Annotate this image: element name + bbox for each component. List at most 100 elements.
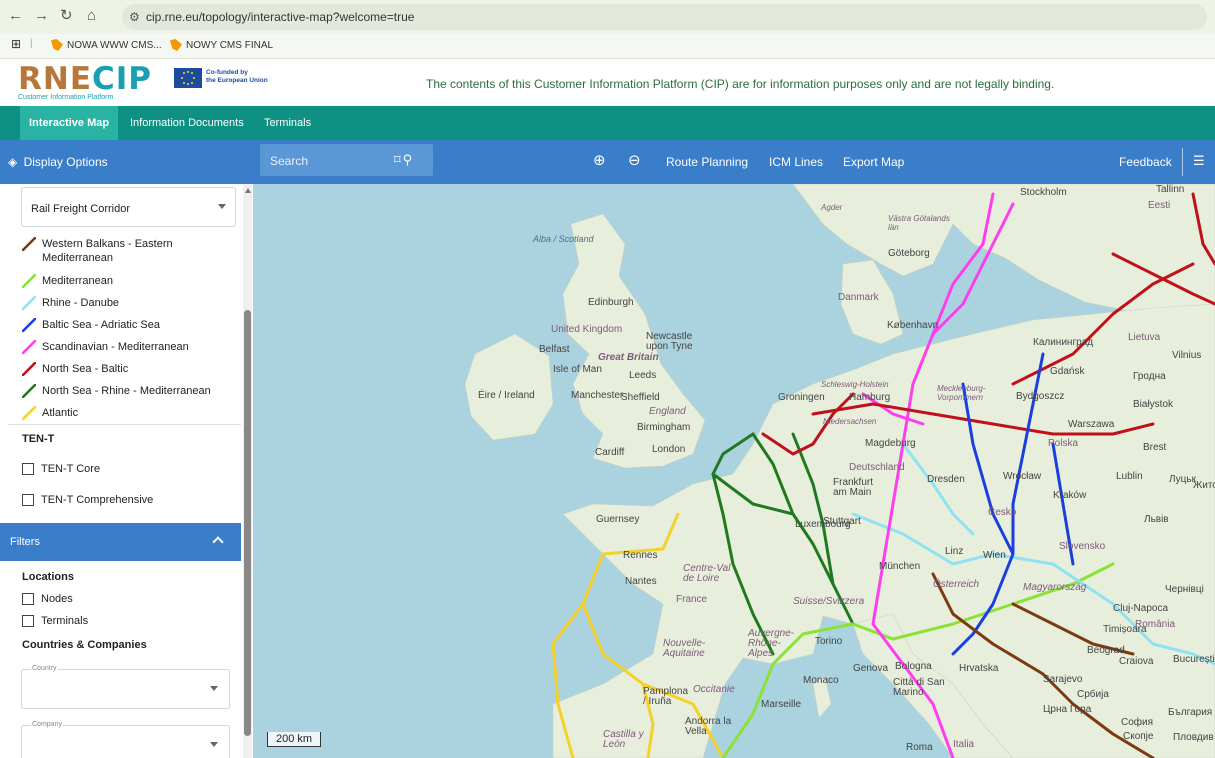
nodes-checkbox[interactable] xyxy=(22,593,34,605)
back-icon[interactable]: ← xyxy=(8,8,23,24)
corridor-line-icon xyxy=(21,361,37,377)
search-icon[interactable]: ⚲ xyxy=(403,152,415,167)
corridor-line-icon xyxy=(21,339,37,355)
scroll-up-icon[interactable] xyxy=(245,188,251,193)
map-canvas[interactable]: Alba / Scotland United Kingdom Great Bri… xyxy=(253,184,1215,758)
map-label: Città di San Marino xyxy=(893,677,945,698)
corridor-line-icon xyxy=(21,273,37,289)
map-label: Bydgoszcz xyxy=(1016,391,1065,402)
apps-grid-icon[interactable]: ⊞ xyxy=(11,37,21,51)
chevron-up-icon[interactable] xyxy=(212,536,224,548)
export-map-button[interactable]: Export Map xyxy=(843,155,904,169)
divider xyxy=(8,424,241,425)
map-label: Hamburg xyxy=(849,392,891,403)
map-label: England xyxy=(649,406,686,417)
locations-title: Locations xyxy=(22,571,74,583)
map-label: България xyxy=(1168,707,1213,718)
icm-lines-button[interactable]: ICM Lines xyxy=(769,155,823,169)
home-icon[interactable]: ⌂ xyxy=(87,8,96,24)
bookmark-nowa-www-cms[interactable]: NOWA WWW CMS... xyxy=(51,39,162,51)
map-label: Danmark xyxy=(838,292,879,303)
terminals-checkbox[interactable] xyxy=(22,615,34,627)
map-label: Eesti xyxy=(1148,200,1171,211)
corridor-type-select[interactable]: Rail Freight Corridor xyxy=(21,187,236,227)
bookmark-label: NOWY CMS FINAL xyxy=(186,39,274,51)
legend-label: Atlantic xyxy=(42,407,79,419)
map-label: München xyxy=(879,561,921,572)
map-label: Occitanie xyxy=(693,684,735,695)
legend-item: Scandinavian - Mediterranean xyxy=(21,339,222,355)
filters-label: Filters xyxy=(10,536,40,548)
tent-comprehensive-label: TEN-T Comprehensive xyxy=(41,494,154,506)
map-label: Bologna xyxy=(895,661,932,672)
map-label: Marseille xyxy=(761,699,802,710)
map-label: United Kingdom xyxy=(551,324,623,335)
route-planning-button[interactable]: Route Planning xyxy=(666,155,748,169)
filters-header[interactable]: Filters xyxy=(0,523,241,561)
legend-label: North Sea - Rhine - Mediterranean xyxy=(42,385,211,397)
map-label: Калининград xyxy=(1033,337,1094,348)
map-label: Edinburgh xyxy=(588,297,634,308)
site-info-icon[interactable]: ⚙ xyxy=(129,9,140,25)
nodes-row[interactable]: Nodes xyxy=(22,593,73,605)
corridor-select-value: Rail Freight Corridor xyxy=(31,203,131,215)
map-label: Linz xyxy=(945,546,964,557)
search-input[interactable]: Search ⌑⚲ xyxy=(260,144,433,176)
disclaimer-text: The contents of this Customer Informatio… xyxy=(426,77,1055,91)
nav-interactive-map[interactable]: Interactive Map xyxy=(20,106,119,140)
legend-item: North Sea - Rhine - Mediterranean xyxy=(21,383,222,399)
nodes-label: Nodes xyxy=(41,593,73,605)
map-label: Polska xyxy=(1048,438,1079,449)
company-select[interactable]: Company xyxy=(21,721,230,758)
nav-terminals[interactable]: Terminals xyxy=(255,106,320,140)
map-basemap xyxy=(464,184,1215,758)
map-label: Львів xyxy=(1144,514,1169,525)
map-label: Éire / Ireland xyxy=(478,390,535,401)
map-label: Lublin xyxy=(1116,471,1143,482)
legend-item: North Sea - Baltic xyxy=(21,361,222,377)
zoom-in-icon[interactable]: ⊕ xyxy=(593,151,606,169)
map-label: Гродна xyxy=(1133,371,1166,382)
zoom-out-icon[interactable]: ⊖ xyxy=(628,151,641,169)
map-label: Stuttgart xyxy=(823,516,861,527)
map-label: København xyxy=(887,320,939,331)
map-label: Magyarország xyxy=(1023,582,1087,593)
map-label: Timișoara xyxy=(1103,624,1147,635)
map-label: Cardiff xyxy=(595,447,625,458)
bookmark-nowy-cms-final[interactable]: NOWY CMS FINAL xyxy=(170,39,273,51)
sidebar: ◈ Display Options Rail Freight Corridor … xyxy=(0,140,254,758)
eu-cofunded-text: Co-funded by the European Union xyxy=(206,69,268,85)
tent-core-checkbox[interactable] xyxy=(22,463,34,475)
box-select-icon[interactable]: ⌑ xyxy=(394,152,403,167)
typo3-icon xyxy=(51,39,63,51)
tent-core-row[interactable]: TEN-T Core xyxy=(22,463,100,475)
map-label: Beograd xyxy=(1087,645,1125,656)
scrollbar-thumb[interactable] xyxy=(244,310,251,736)
map-label: Stockholm xyxy=(1020,187,1067,198)
map-label: Wien xyxy=(983,550,1006,561)
nav-information-documents[interactable]: Information Documents xyxy=(121,106,253,140)
map-label: London xyxy=(652,444,686,455)
map-toolbar: Search ⌑⚲ ⊕ ⊖ Route Planning ICM Lines E… xyxy=(253,140,1215,184)
map-label: Vilnius xyxy=(1172,350,1202,361)
map-label: Црна Гора xyxy=(1043,704,1092,715)
country-select[interactable]: Country xyxy=(21,665,230,709)
terminals-row[interactable]: Terminals xyxy=(22,615,88,627)
sidebar-scrollbar[interactable] xyxy=(243,184,252,758)
tent-comprehensive-checkbox[interactable] xyxy=(22,494,34,506)
list-icon[interactable]: ☰ xyxy=(1193,153,1205,169)
url-text[interactable]: cip.rne.eu/topology/interactive-map?welc… xyxy=(146,10,414,24)
rne-cip-logo[interactable]: RNECIP Customer Information Platform xyxy=(18,63,152,101)
map-label: Isle of Man xyxy=(553,364,602,375)
map-label: Niedersachsen xyxy=(823,417,877,426)
tent-comprehensive-row[interactable]: TEN-T Comprehensive xyxy=(22,494,153,506)
forward-icon[interactable]: → xyxy=(34,8,49,24)
map-label: Житомир xyxy=(1193,480,1215,491)
legend-label: Rhine - Danube xyxy=(42,297,120,309)
reload-icon[interactable]: ↻ xyxy=(60,8,73,24)
browser-bar: ← → ↻ ⌂ ⚙ cip.rne.eu/topology/interactiv… xyxy=(0,0,1215,34)
display-options-header[interactable]: ◈ Display Options xyxy=(0,140,253,184)
feedback-button[interactable]: Feedback xyxy=(1119,155,1172,169)
tent-core-label: TEN-T Core xyxy=(41,463,101,475)
map-label: Magdeburg xyxy=(865,438,916,449)
